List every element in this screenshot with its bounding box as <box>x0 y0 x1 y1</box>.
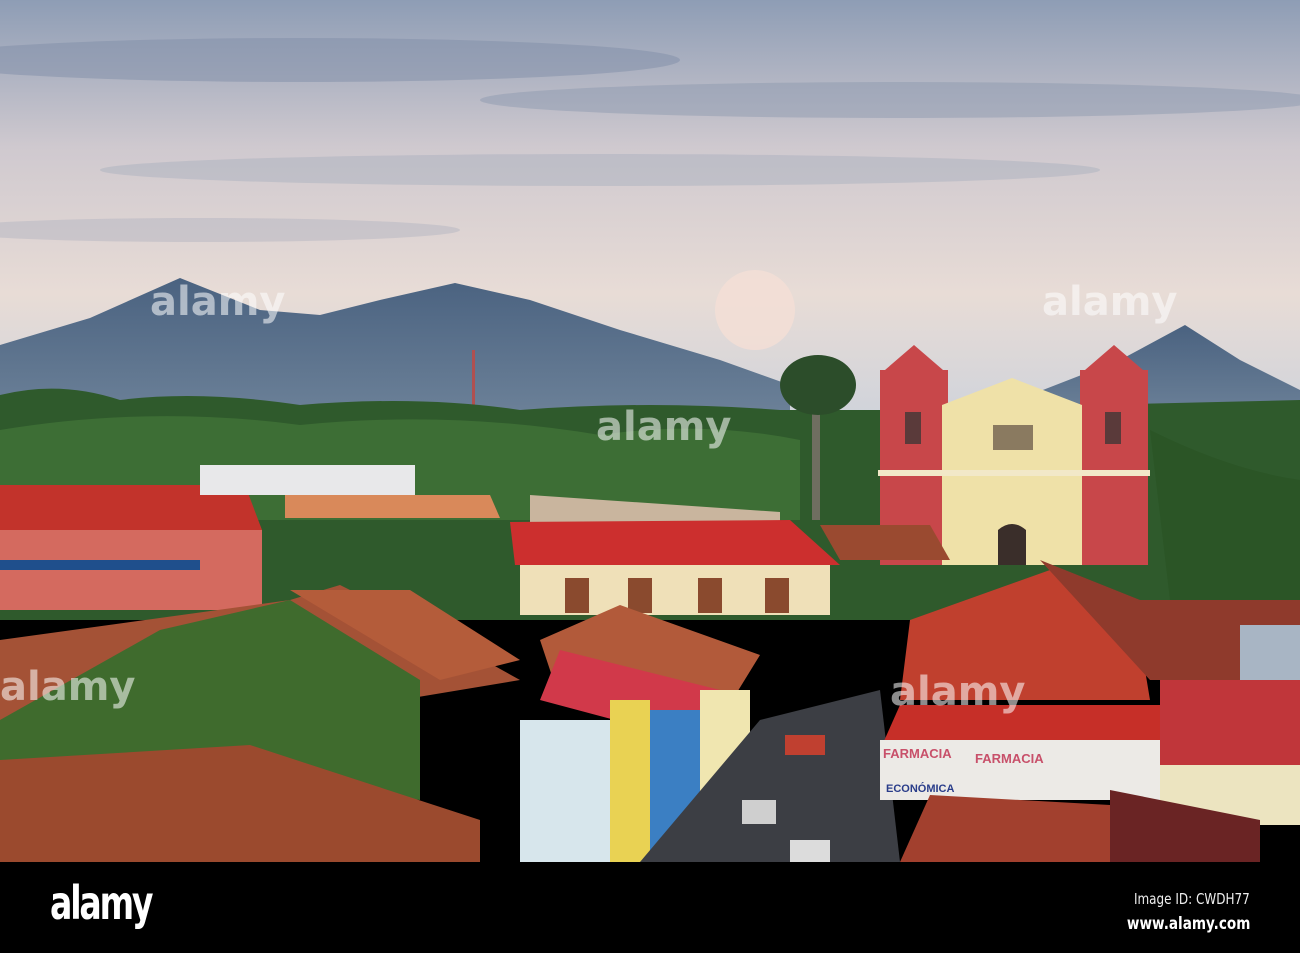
image-id: Image ID: CWDH77 <box>1134 890 1250 908</box>
svg-text:alamy: alamy <box>1042 279 1177 325</box>
alamy-logo: alamy <box>50 876 154 930</box>
sign-farmacia-right: FARMACIA <box>975 751 1044 766</box>
svg-text:alamy: alamy <box>0 664 135 710</box>
sign-farmacia-left: FARMACIA <box>883 746 952 761</box>
sign-economica: ECONÓMICA <box>886 782 955 795</box>
photo-scene: FARMACIA FARMACIA ECONÓMICA alamy alamy … <box>0 0 1300 862</box>
svg-text:alamy: alamy <box>150 279 285 325</box>
website-link: www.alamy.com <box>1126 914 1250 934</box>
stock-photo: FARMACIA FARMACIA ECONÓMICA alamy alamy … <box>0 0 1300 953</box>
svg-text:alamy: alamy <box>890 669 1025 715</box>
svg-text:alamy: alamy <box>596 404 731 450</box>
footer-bar: alamy Image ID: CWDH77 www.alamy.com <box>0 862 1300 953</box>
